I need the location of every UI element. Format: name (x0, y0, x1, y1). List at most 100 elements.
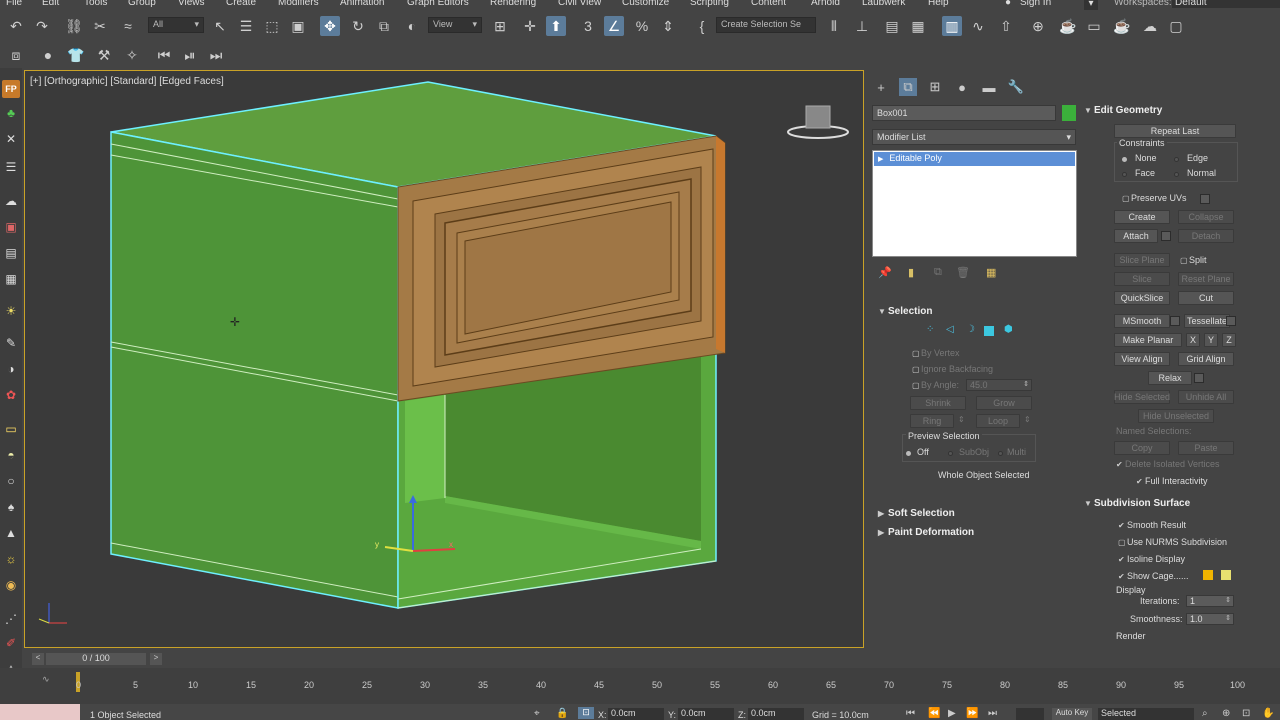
display-tab-icon[interactable]: ▬ (980, 78, 998, 96)
isoline-display-checkbox[interactable]: ✔ Isoline Display (1118, 554, 1185, 564)
keyframe-play-icon[interactable]: ⏯ (180, 45, 200, 65)
delete-isolated-vertices-checkbox[interactable]: ✔ Delete Isolated Vertices (1116, 459, 1220, 469)
unlink-icon[interactable]: ✂ (90, 16, 110, 36)
isolate-selection-icon[interactable]: ⌖ (534, 708, 540, 719)
named-selection-sets-dropdown[interactable]: Create Selection Se (716, 17, 816, 33)
copy-button[interactable]: Copy (1114, 441, 1170, 455)
relax-button[interactable]: Relax (1148, 371, 1192, 385)
x-coordinate-field[interactable]: 0.0cm (608, 708, 664, 720)
selection-filter-dropdown[interactable]: All ▾ (148, 17, 204, 33)
zoom-extents-icon[interactable]: ⊡ (1242, 708, 1250, 719)
redo-icon[interactable]: ↷ (32, 16, 52, 36)
smooth-result-checkbox[interactable]: ✔ Smooth Result (1118, 520, 1186, 530)
time-slider[interactable]: < 0 / 100 > (24, 650, 864, 668)
keyframe-first-icon[interactable]: ⏮ (154, 45, 174, 65)
previous-key-icon[interactable]: ⏪ (928, 708, 940, 719)
rendered-frame-window-icon[interactable]: ▭ (1084, 16, 1104, 36)
forest-pack-icon[interactable]: FP (2, 80, 20, 98)
d-icon[interactable]: ◑ (2, 360, 20, 378)
selection-lock-icon[interactable]: 🔒 (556, 708, 568, 719)
link-icon[interactable]: ⛓ (64, 16, 84, 36)
move-icon[interactable]: ✥ (320, 16, 340, 36)
view-align-button[interactable]: View Align (1114, 352, 1170, 366)
polygon-icon[interactable] (984, 326, 994, 336)
show-end-result-icon[interactable]: ▮ (908, 266, 914, 279)
viewport-orthographic[interactable]: [+] [Orthographic] [Standard] [Edged Fac… (24, 70, 864, 648)
preview-subobj-radio[interactable]: SubObj (948, 447, 989, 457)
z-coordinate-field[interactable]: 0.0cm (748, 708, 804, 720)
page-icon[interactable]: ▤ (2, 244, 20, 262)
create-button[interactable]: Create (1114, 210, 1170, 224)
reference-coordinate-dropdown[interactable]: View ▾ (428, 17, 482, 33)
menu-graph-editors[interactable]: Graph Editors (407, 0, 469, 8)
brush-icon[interactable]: ⚒ (94, 45, 114, 65)
rectangular-selection-icon[interactable]: ⬚ (262, 16, 282, 36)
constraint-face-radio[interactable]: Face (1122, 168, 1155, 178)
reset-plane-button[interactable]: Reset Plane (1178, 272, 1234, 286)
utilities-tab-icon[interactable]: 🔧 (1007, 78, 1025, 96)
hide-unselected-button[interactable]: Hide Unselected (1138, 409, 1214, 423)
tessellate-settings-icon[interactable] (1226, 316, 1236, 326)
collapse-button[interactable]: Collapse (1178, 210, 1234, 224)
modify-tab-icon[interactable]: ⧉ (899, 78, 917, 96)
menu-file[interactable]: File (6, 0, 22, 8)
preserve-uvs-checkbox[interactable]: ▢Preserve UVs (1122, 193, 1187, 203)
hide-selected-button[interactable]: Hide Selected (1114, 390, 1170, 404)
make-planar-button[interactable]: Make Planar (1114, 333, 1182, 347)
vertex-icon[interactable]: ⁘ (926, 324, 934, 335)
mirror-icon[interactable]: ⫴ (824, 16, 844, 36)
render-production-icon[interactable]: ☕ (1112, 16, 1132, 36)
spinner-icon[interactable]: ⇕ (1225, 596, 1231, 604)
spinner-snap-icon[interactable]: ⇕ (658, 16, 678, 36)
pivot-center-icon[interactable]: ⊞ (490, 16, 510, 36)
select-manipulate-icon[interactable]: ✛ (520, 16, 540, 36)
keyboard-shortcut-override-icon[interactable]: ⬆ (546, 16, 566, 36)
hierarchy-tab-icon[interactable]: ⊞ (926, 78, 944, 96)
image-icon[interactable]: ▣ (2, 218, 20, 236)
pan-icon[interactable]: ✋ (1262, 708, 1274, 719)
select-object-icon[interactable]: ↖ (210, 16, 230, 36)
by-vertex-checkbox[interactable]: ▢By Vertex (912, 348, 960, 358)
signin-dropdown-icon[interactable]: ▾ (1084, 0, 1098, 10)
layer-explorer-icon[interactable]: ▦ (908, 16, 928, 36)
angle-snap-icon[interactable]: ∠ (604, 16, 624, 36)
full-interactivity-checkbox[interactable]: ✔ Full Interactivity (1136, 476, 1208, 486)
preview-off-radio[interactable]: Off (906, 447, 929, 457)
zoom-all-icon[interactable]: ⊕ (1222, 708, 1230, 719)
iterations-spinner[interactable]: 1 ⇕ (1186, 595, 1234, 607)
pen-icon[interactable]: ✐ (2, 634, 20, 652)
msmooth-settings-icon[interactable] (1170, 316, 1180, 326)
constraint-normal-radio[interactable]: Normal (1174, 168, 1216, 178)
magic-wand-icon[interactable]: ✧ (122, 45, 142, 65)
place-icon[interactable]: ◐ (402, 16, 422, 36)
grid-align-button[interactable]: Grid Align (1178, 352, 1234, 366)
paint-deformation-rollout-header[interactable]: ▶ Paint Deformation (878, 527, 974, 543)
auto-key-button[interactable]: Auto Key (1052, 708, 1092, 720)
sphere-icon[interactable]: ○ (2, 472, 20, 490)
paste-button[interactable]: Paste (1178, 441, 1234, 455)
render-setup-icon[interactable]: ☕ (1058, 16, 1078, 36)
attach-list-icon[interactable] (1161, 231, 1171, 241)
selection-rollout-header[interactable]: ▼ Selection (878, 306, 932, 322)
split-checkbox[interactable]: ▢Split (1180, 255, 1207, 265)
remove-modifier-icon[interactable]: 🗑 (956, 266, 970, 279)
bind-spacewarp-icon[interactable]: ≈ (118, 16, 138, 36)
align-icon[interactable]: ⊥ (852, 16, 872, 36)
slice-plane-button[interactable]: Slice Plane (1114, 253, 1170, 267)
modifier-list-dropdown[interactable]: Modifier List ▾ (872, 129, 1076, 145)
detach-button[interactable]: Detach (1178, 229, 1234, 243)
sun-icon[interactable]: ☼ (2, 550, 20, 568)
play-icon[interactable]: ▶ (948, 708, 956, 719)
next-frame-icon[interactable]: > (150, 653, 162, 665)
menu-rendering[interactable]: Rendering (490, 0, 536, 8)
menu-civil-view[interactable]: Civil View (558, 0, 601, 8)
shrink-button[interactable]: Shrink (910, 396, 966, 410)
camera-icon[interactable]: ✎ (2, 334, 20, 352)
previous-frame-icon[interactable]: < (32, 653, 44, 665)
track-bar[interactable]: ∿ 0 5 10 15 20 25 30 35 40 45 50 55 60 6… (0, 668, 1280, 704)
set-key-button[interactable] (1016, 708, 1044, 720)
expand-icon[interactable]: ▶ (878, 156, 883, 163)
sign-in-button[interactable]: Sign In (1020, 0, 1051, 8)
go-to-end-icon[interactable]: ⏭ (988, 708, 997, 719)
edit-geometry-rollout-header[interactable]: ▼ Edit Geometry (1084, 105, 1162, 121)
